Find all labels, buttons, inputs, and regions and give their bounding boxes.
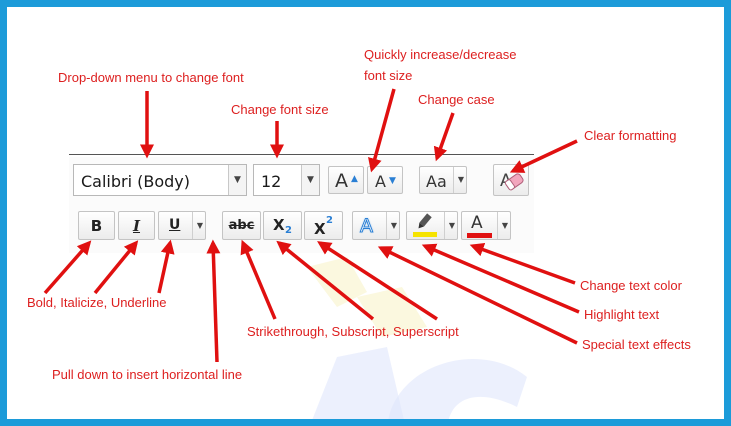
arrow-clear-formatting — [509, 139, 578, 173]
arrow-superscript — [317, 241, 438, 321]
screenshot-frame: Drop-down menu to change font Change fon… — [0, 0, 731, 426]
arrow-grow-shrink — [368, 88, 396, 173]
arrow-text-effects — [377, 246, 578, 345]
arrow-horizontal-line — [206, 239, 221, 363]
arrow-text-color — [469, 243, 576, 285]
annotation-arrows — [43, 88, 580, 363]
arrow-italic — [93, 240, 139, 295]
arrow-bold — [43, 240, 92, 295]
arrow-strikethrough — [240, 239, 277, 320]
arrow-underline — [157, 239, 175, 294]
arrow-subscript — [276, 240, 375, 321]
arrow-change-case — [433, 112, 455, 162]
